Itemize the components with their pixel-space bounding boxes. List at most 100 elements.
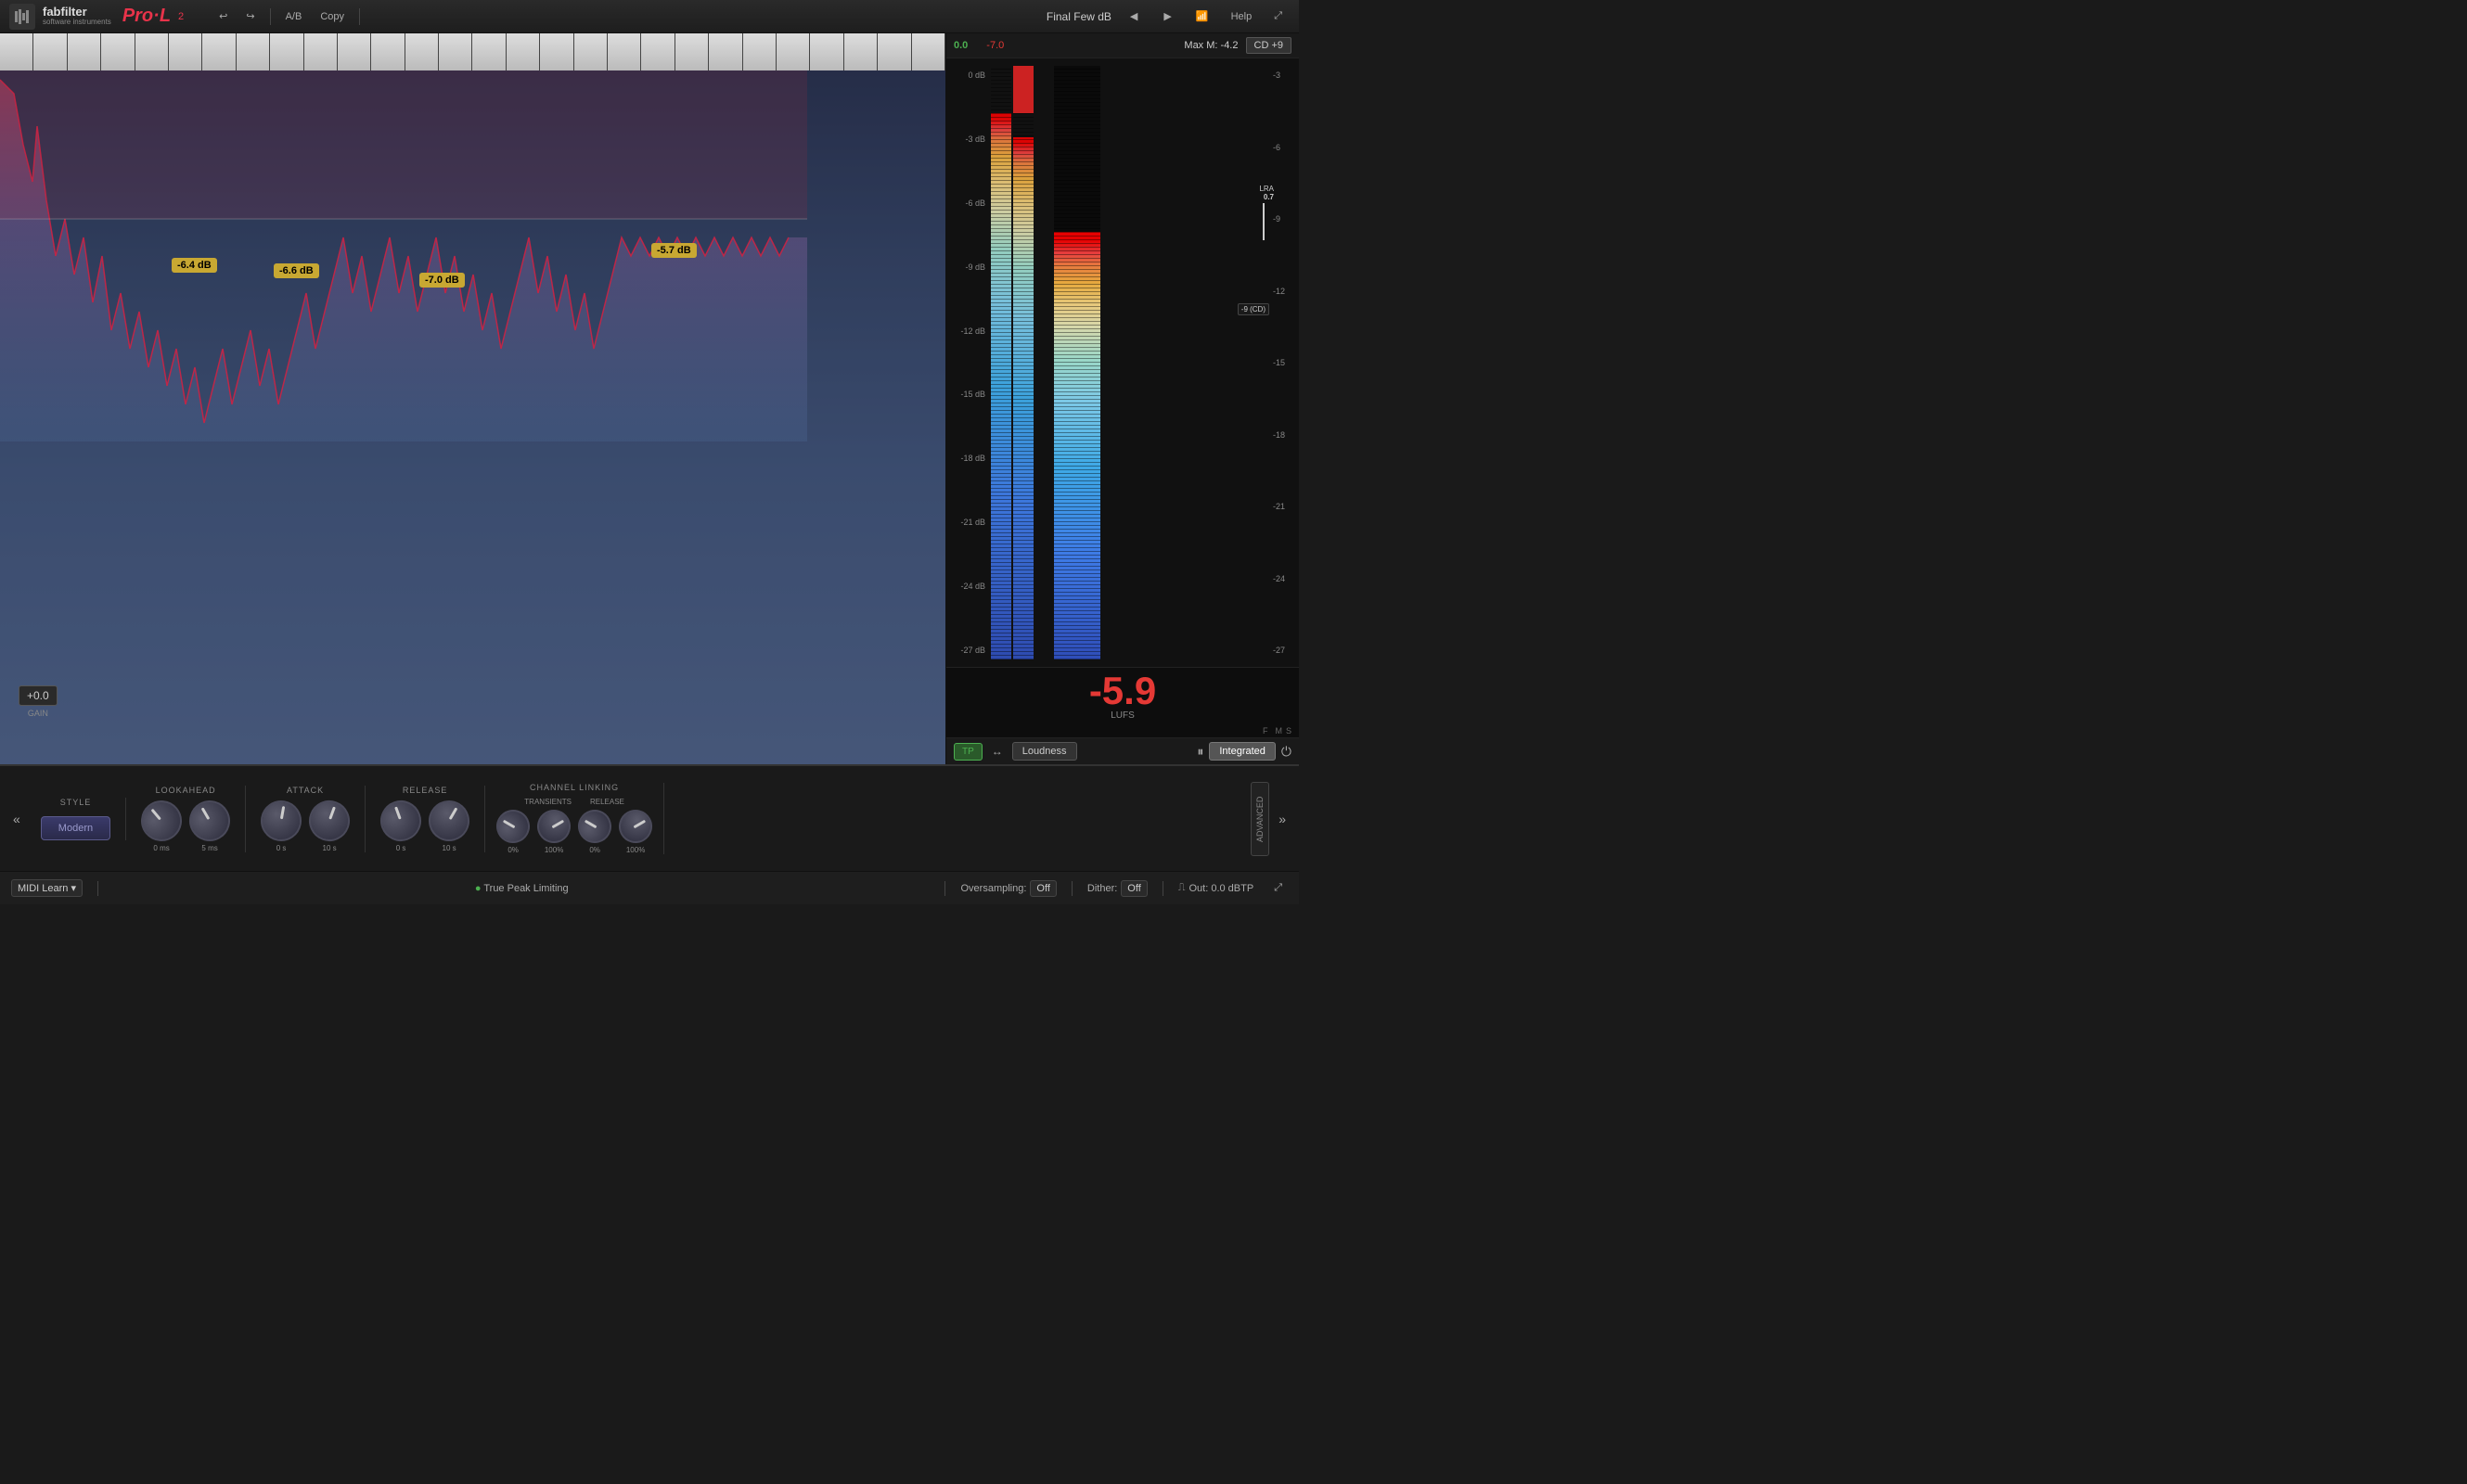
midi-learn-button[interactable]: MIDI Learn ▾	[11, 879, 83, 897]
logo-area: fabfilter software instruments Pro·L 2	[0, 4, 193, 30]
controls-left-arrow[interactable]: «	[7, 812, 26, 826]
bottom-expand-button[interactable]: ⤢	[1268, 880, 1288, 896]
style-button[interactable]: Modern	[41, 816, 110, 840]
cl-knob-4-wrap: 100%	[619, 810, 652, 854]
piano-white-key	[237, 33, 270, 70]
piano-white-key	[912, 33, 945, 70]
lra-label: LRA	[1259, 185, 1274, 193]
release-knob-2-label: 10 s	[443, 844, 456, 852]
m-label: M	[1275, 726, 1282, 736]
meter-values: 0.0 -7.0	[954, 40, 1004, 51]
oversampling-dropdown[interactable]: Off	[1030, 880, 1056, 897]
true-peak-label: ● True Peak Limiting	[113, 883, 930, 894]
cl-knob-2-label: 100%	[545, 846, 563, 854]
cd-marker: -9 (CD)	[1238, 303, 1269, 315]
attack-group: ATTACK 0 s 10 s	[246, 786, 366, 852]
db-scale-3db: -3 dB	[965, 134, 985, 144]
midi-learn-label: MIDI Learn	[18, 883, 68, 894]
cl-knob-4[interactable]	[613, 803, 659, 849]
loudness-bar	[1054, 66, 1100, 659]
lookahead-knob-1-label: 0 ms	[153, 844, 169, 852]
right-scale-9: -9	[1273, 214, 1295, 224]
help-button[interactable]: Help	[1226, 9, 1258, 24]
release-knob-1-label: 0 s	[396, 844, 406, 852]
link-icon-button[interactable]: ↔	[988, 743, 1007, 760]
style-group: STYLE Modern	[26, 798, 126, 840]
waveform-label-2: -6.6 dB	[274, 263, 319, 278]
loudness-value-large: -5.9	[946, 672, 1299, 710]
fms-labels: F M S	[946, 724, 1299, 737]
gain-value[interactable]: +0.0	[19, 685, 58, 706]
expand-button[interactable]: ⤢	[1268, 8, 1288, 24]
release-knob-1-wrap: 0 s	[380, 800, 421, 852]
meter-header: 0.0 -7.0 Max M: -4.2 CD +9	[946, 33, 1299, 58]
out-level-text: Out: 0.0 dBTP	[1189, 883, 1253, 894]
release-sub-label: RELEASE	[590, 798, 624, 806]
lookahead-knob-2-label: 5 ms	[201, 844, 217, 852]
preset-next-button[interactable]: ▶	[1156, 6, 1178, 26]
attack-knobs: 0 s 10 s	[261, 800, 350, 852]
product-version: 2	[178, 11, 184, 22]
dither-label: Dither:	[1087, 883, 1117, 894]
out-level-item: ⎍ Out: 0.0 dBTP	[1178, 882, 1253, 894]
toolbar-buttons: ↩ ↪ A/B Copy	[212, 6, 364, 26]
attack-knob-2[interactable]	[303, 794, 355, 846]
gain-display: +0.0 GAIN	[19, 685, 58, 718]
attack-knob-1-wrap: 0 s	[261, 800, 302, 852]
loudness-display: -5.9 LUFS	[946, 667, 1299, 724]
release-group: RELEASE 0 s 10 s	[366, 786, 485, 852]
piano-white-key	[472, 33, 506, 70]
lra-bracket	[1259, 203, 1265, 240]
advanced-button[interactable]: ADVANCED	[1251, 782, 1269, 856]
ab-button[interactable]: A/B	[278, 7, 310, 26]
f-label: F	[1263, 726, 1268, 736]
controls-right-arrow[interactable]: »	[1273, 812, 1291, 826]
dither-dropdown[interactable]: Off	[1121, 880, 1147, 897]
piano-white-key	[101, 33, 135, 70]
piano-white-key	[810, 33, 843, 70]
preset-prev-button[interactable]: ◀	[1123, 6, 1145, 26]
right-scale-24: -24	[1273, 574, 1295, 583]
toolbar-sep-2	[359, 8, 360, 25]
undo-button[interactable]: ↩	[212, 6, 235, 26]
waveform-label-3: -7.0 dB	[419, 273, 465, 288]
cl-knob-2[interactable]	[532, 803, 577, 849]
release-knob-1[interactable]	[375, 794, 427, 846]
copy-button[interactable]: Copy	[313, 7, 352, 26]
tp-button[interactable]: TP	[954, 743, 983, 761]
piano-white-key	[743, 33, 777, 70]
bottom-sep-2	[944, 881, 945, 896]
product-name: Pro·L	[122, 6, 171, 27]
cl-knob-1[interactable]	[491, 803, 536, 849]
oversampling-value: Off	[1036, 883, 1049, 894]
lra-container: LRA 0.7	[1259, 185, 1274, 240]
piano-white-key	[371, 33, 405, 70]
right-scale-27: -27	[1273, 646, 1295, 655]
controls-bar: « STYLE Modern LOOKAHEAD 0 ms 5 ms ATTAC…	[0, 764, 1299, 871]
loudness-button[interactable]: Loudness	[1012, 742, 1077, 761]
cl-knob-3[interactable]	[572, 803, 618, 849]
db-scale-15db: -15 dB	[960, 390, 985, 399]
piano-keys: // Generate piano keys const pianoContai…	[0, 33, 945, 70]
midi-learn-item: MIDI Learn ▾	[11, 879, 83, 897]
power-button[interactable]: ⏻	[1281, 744, 1291, 760]
db-scale-6db: -6 dB	[965, 198, 985, 208]
transients-sub-label: TRANSIENTS	[524, 798, 572, 806]
release-knob-2[interactable]	[421, 792, 477, 848]
redo-button[interactable]: ↪	[238, 6, 262, 26]
piano-white-key	[68, 33, 101, 70]
piano-white-key	[641, 33, 675, 70]
bottom-bar: MIDI Learn ▾ ● True Peak Limiting Oversa…	[0, 871, 1299, 904]
piano-white-key	[777, 33, 810, 70]
db-scale-12db: -12 dB	[960, 326, 985, 336]
play-pause-button[interactable]: ⏸	[1197, 744, 1203, 760]
meter-value-right: -7.0	[986, 40, 1004, 51]
bottom-sep-3	[1072, 881, 1073, 896]
lookahead-knob-1[interactable]	[133, 792, 190, 850]
integrated-button[interactable]: Integrated	[1209, 742, 1276, 761]
lookahead-knob-2[interactable]	[182, 792, 238, 848]
meter-bottom-controls: TP ↔ Loudness ⏸ Integrated ⏻	[946, 737, 1299, 764]
signal-icon[interactable]: 📶	[1190, 8, 1214, 24]
attack-knob-2-wrap: 10 s	[309, 800, 350, 852]
attack-knob-1[interactable]	[258, 797, 305, 844]
